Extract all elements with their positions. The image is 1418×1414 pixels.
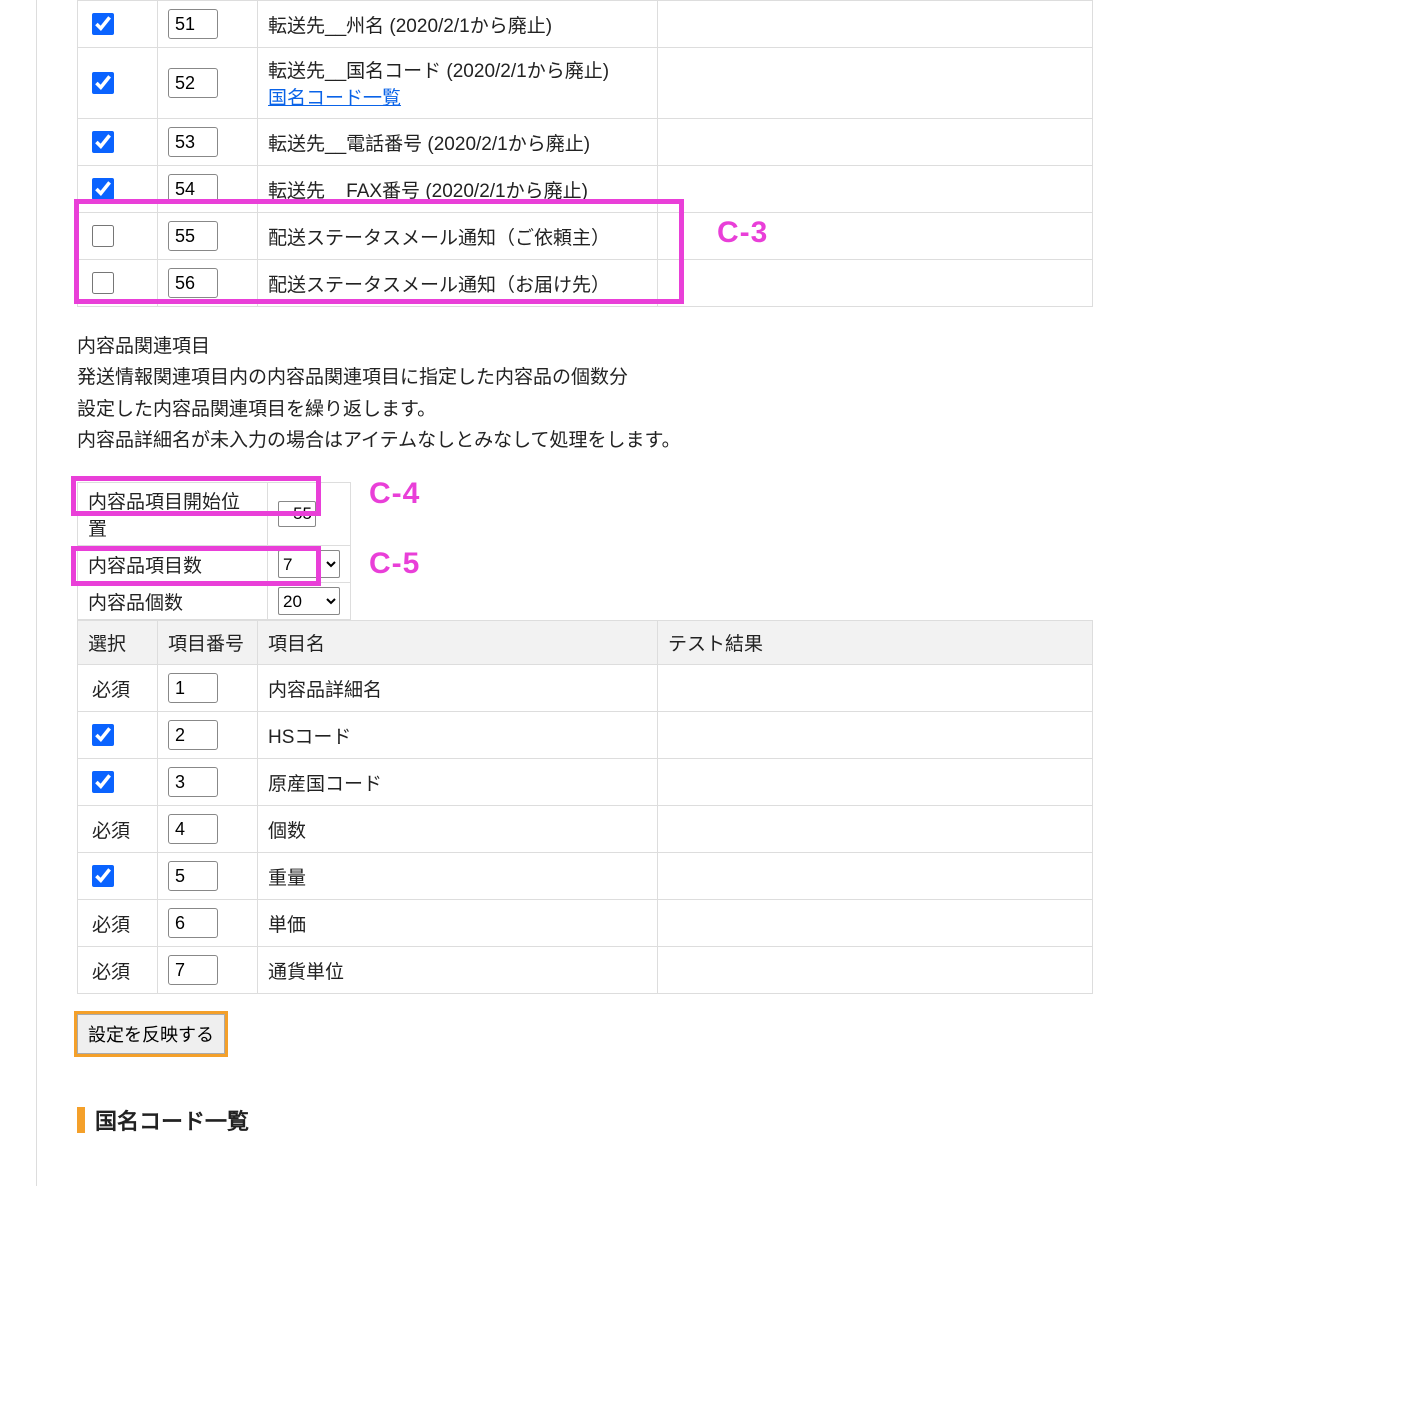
row-number-input[interactable]: [168, 814, 218, 844]
row-field-name: 通貨単位: [258, 947, 658, 994]
table-row: HSコード: [78, 712, 1093, 759]
row-test-result: [658, 213, 1093, 260]
row-field-name: 配送ステータスメール通知（お届け先）: [258, 260, 658, 307]
row-checkbox[interactable]: [92, 225, 114, 247]
row-checkbox[interactable]: [92, 272, 114, 294]
row-field-name: 転送先__FAX番号 (2020/2/1から廃止): [258, 166, 658, 213]
table-row: 転送先__国名コード (2020/2/1から廃止)国名コード一覧: [78, 48, 1093, 119]
start-position-input[interactable]: [278, 501, 316, 527]
row-test-result: [658, 712, 1093, 759]
row-required-label: 必須: [78, 806, 158, 853]
row-number-input[interactable]: [168, 673, 218, 703]
header-name: 項目名: [258, 621, 658, 665]
table-row: 配送ステータスメール通知（お届け先）: [78, 260, 1093, 307]
row-test-result: [658, 665, 1093, 712]
row-field-name: 転送先__電話番号 (2020/2/1から廃止): [258, 119, 658, 166]
header-select: 選択: [78, 621, 158, 665]
row-number-input[interactable]: [168, 221, 218, 251]
table-row: 必須 内容品詳細名: [78, 665, 1093, 712]
desc-line-2: 発送情報関連項目内の内容品関連項目に指定した内容品の個数分: [77, 362, 1418, 393]
item-count-select[interactable]: 7: [278, 550, 340, 578]
row-test-result: [658, 260, 1093, 307]
row-number-input[interactable]: [168, 268, 218, 298]
row-checkbox[interactable]: [92, 131, 114, 153]
row-field-name: 転送先__州名 (2020/2/1から廃止): [258, 1, 658, 48]
section-accent-bar: [77, 1107, 85, 1133]
table-row: 転送先__州名 (2020/2/1から廃止): [78, 1, 1093, 48]
row-field-name: HSコード: [258, 712, 658, 759]
row-checkbox[interactable]: [92, 865, 114, 887]
row-checkbox[interactable]: [92, 724, 114, 746]
row-checkbox[interactable]: [92, 771, 114, 793]
row-test-result: [658, 48, 1093, 119]
table2-header-row: 選択 項目番号 項目名 テスト結果: [78, 621, 1093, 665]
row-number-input[interactable]: [168, 767, 218, 797]
kv-row-count: 内容品項目数 7: [78, 546, 351, 583]
row-test-result: [658, 806, 1093, 853]
kv-row-start: 内容品項目開始位置: [78, 483, 351, 546]
row-checkbox[interactable]: [92, 178, 114, 200]
start-position-label: 内容品項目開始位置: [78, 483, 268, 546]
row-field-name: 転送先__国名コード (2020/2/1から廃止)国名コード一覧: [258, 48, 658, 119]
row-field-name: 重量: [258, 853, 658, 900]
row-test-result: [658, 947, 1093, 994]
row-field-name: 原産国コード: [258, 759, 658, 806]
callout-c5: C-5: [369, 547, 420, 581]
table-row: 転送先__電話番号 (2020/2/1から廃止): [78, 119, 1093, 166]
table1-wrapper: 転送先__州名 (2020/2/1から廃止)転送先__国名コード (2020/2…: [37, 0, 1418, 307]
row-checkbox[interactable]: [92, 72, 114, 94]
row-checkbox[interactable]: [92, 13, 114, 35]
callout-c4: C-4: [369, 477, 420, 511]
kv-wrapper: 内容品項目開始位置 内容品項目数 7 内容品個数 20: [37, 482, 1418, 620]
table-row: 必須 単価: [78, 900, 1093, 947]
section-title: 国名コード一覧: [95, 1104, 249, 1136]
row-number-input[interactable]: [168, 720, 218, 750]
row-required-label: 必須: [78, 947, 158, 994]
row-number-input[interactable]: [168, 68, 218, 98]
reflect-settings-button[interactable]: 設定を反映する: [77, 1014, 225, 1054]
table-row: 必須 通貨単位: [78, 947, 1093, 994]
row-number-input[interactable]: [168, 861, 218, 891]
table-row: 必須 個数: [78, 806, 1093, 853]
row-test-result: [658, 853, 1093, 900]
content-items-settings-table: 内容品項目開始位置 内容品項目数 7 内容品個数 20: [77, 482, 351, 620]
desc-line-3: 設定した内容品関連項目を繰り返します。: [77, 394, 1418, 425]
item-qty-select[interactable]: 20: [278, 587, 340, 615]
row-number-input[interactable]: [168, 174, 218, 204]
item-qty-label: 内容品個数: [78, 583, 268, 620]
row-number-input[interactable]: [168, 127, 218, 157]
table-row: 転送先__FAX番号 (2020/2/1から廃止): [78, 166, 1093, 213]
country-code-list-link[interactable]: 国名コード一覧: [268, 88, 401, 109]
row-number-input[interactable]: [168, 908, 218, 938]
item-count-label: 内容品項目数: [78, 546, 268, 583]
row-field-name: 個数: [258, 806, 658, 853]
row-required-label: 必須: [78, 665, 158, 712]
row-field-name: 単価: [258, 900, 658, 947]
header-num: 項目番号: [158, 621, 258, 665]
shipping-fields-table: 転送先__州名 (2020/2/1から廃止)転送先__国名コード (2020/2…: [77, 0, 1093, 307]
row-field-name: 配送ステータスメール通知（ご依頼主）: [258, 213, 658, 260]
row-required-label: 必須: [78, 900, 158, 947]
content-item-fields-table: 選択 項目番号 項目名 テスト結果 必須内容品詳細名HSコード原産国コード必須個…: [77, 620, 1093, 994]
row-number-input[interactable]: [168, 955, 218, 985]
row-test-result: [658, 900, 1093, 947]
row-test-result: [658, 119, 1093, 166]
row-number-input[interactable]: [168, 9, 218, 39]
content-items-description: 内容品関連項目 発送情報関連項目内の内容品関連項目に指定した内容品の個数分 設定…: [77, 331, 1418, 456]
row-field-name: 内容品詳細名: [258, 665, 658, 712]
table-row: 原産国コード: [78, 759, 1093, 806]
row-test-result: [658, 759, 1093, 806]
header-test: テスト結果: [658, 621, 1093, 665]
row-test-result: [658, 166, 1093, 213]
country-code-section-header: 国名コード一覧: [77, 1104, 1418, 1136]
desc-line-4: 内容品詳細名が未入力の場合はアイテムなしとみなして処理をします。: [77, 425, 1418, 456]
table-row: 重量: [78, 853, 1093, 900]
row-test-result: [658, 1, 1093, 48]
kv-row-qty: 内容品個数 20: [78, 583, 351, 620]
desc-line-1: 内容品関連項目: [77, 331, 1418, 362]
table-row: 配送ステータスメール通知（ご依頼主）: [78, 213, 1093, 260]
